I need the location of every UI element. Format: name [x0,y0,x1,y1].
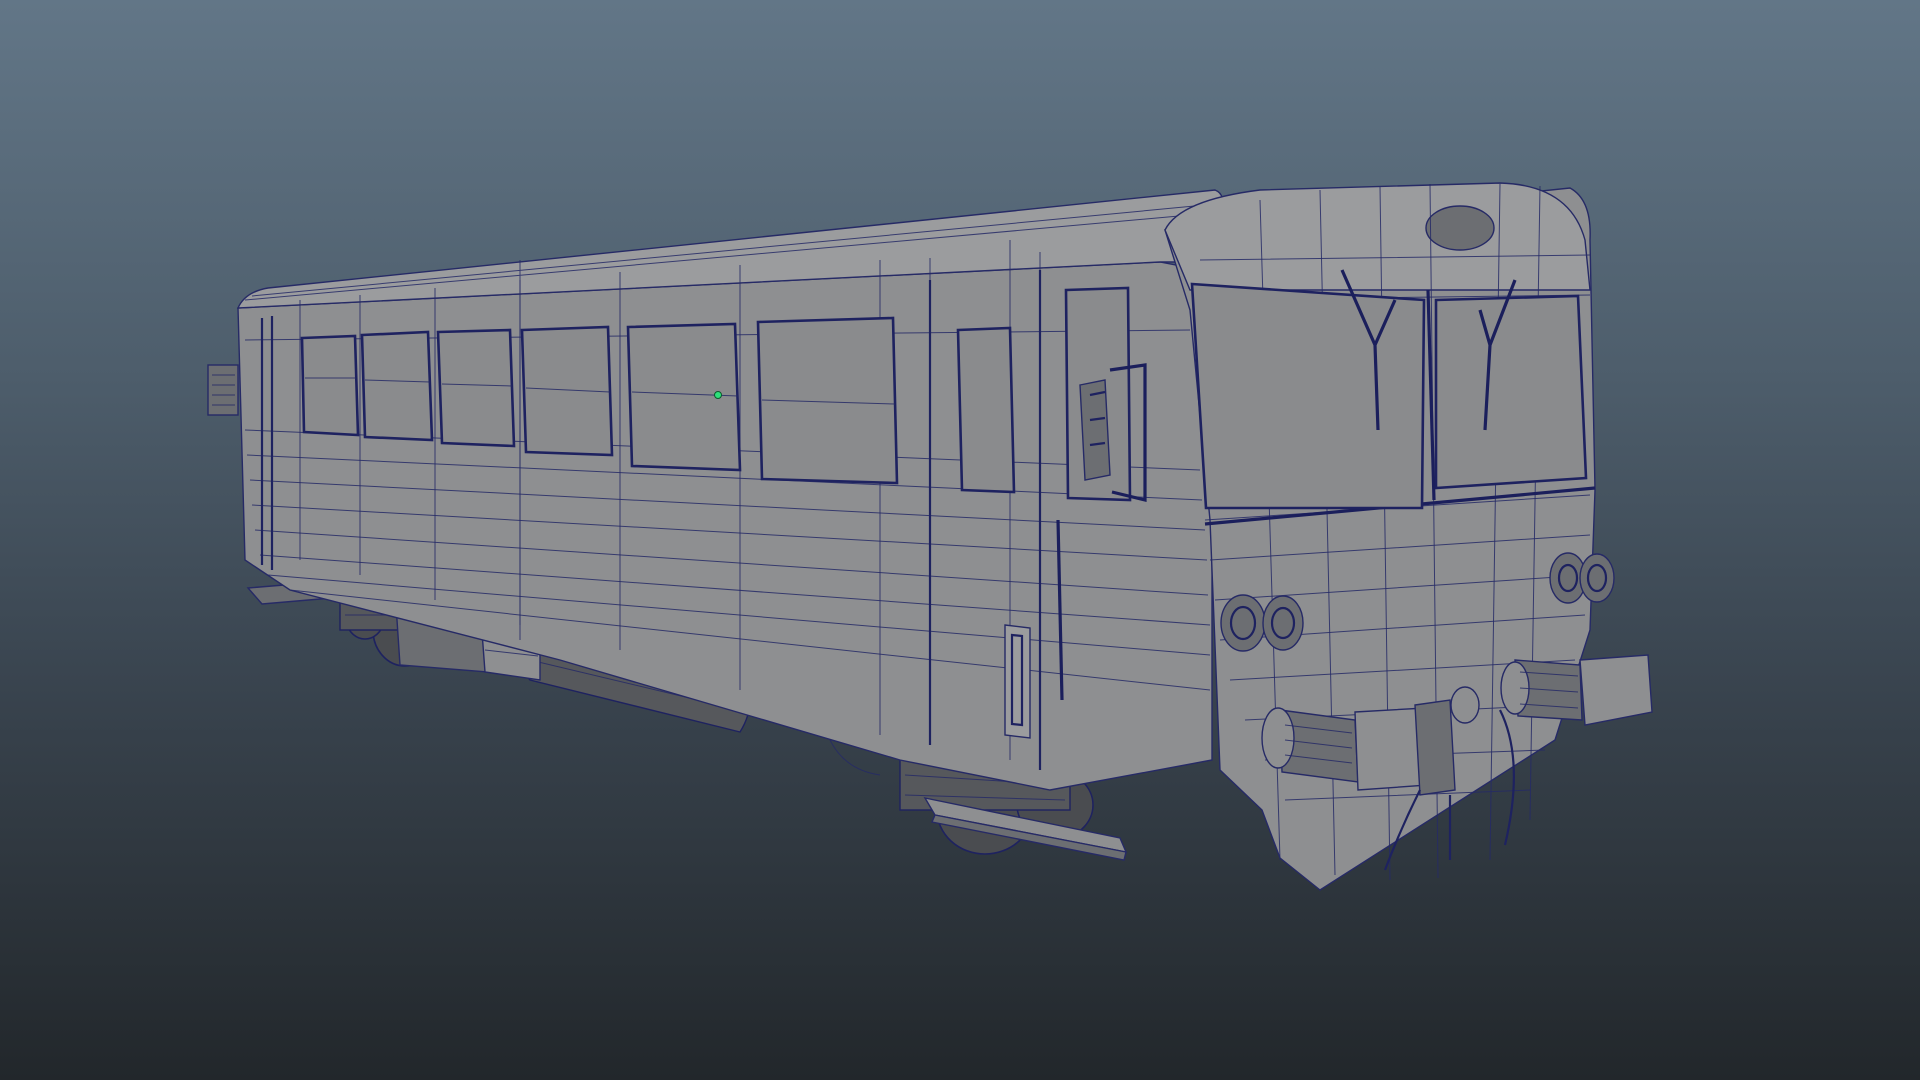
railcar-wireframe-model[interactable] [0,0,1920,1080]
3d-viewport[interactable] [0,0,1920,1080]
selection-pivot-dot[interactable] [714,391,722,399]
side-window-2 [360,330,434,442]
right-buffer [1500,654,1653,726]
side-window-1 [300,334,360,437]
side-window-5 [626,322,742,472]
windshield-left [1190,282,1426,510]
side-window-3 [436,328,516,448]
windshield-right [1434,294,1588,490]
rear-headlight [207,364,239,416]
windshield [1190,269,1588,510]
door-window [956,326,1016,494]
